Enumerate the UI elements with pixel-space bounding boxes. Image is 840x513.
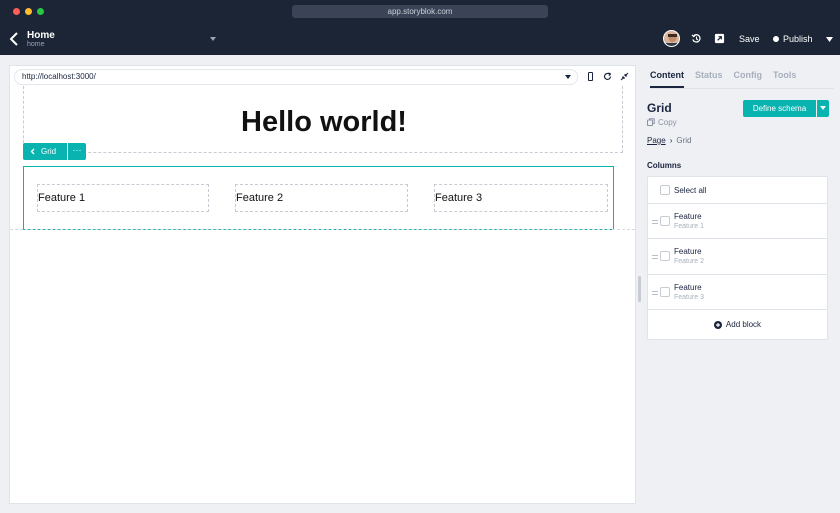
tab-content[interactable]: Content — [650, 70, 684, 88]
divider — [650, 88, 834, 89]
add-block-label: Add block — [725, 320, 762, 329]
grid-block-tag[interactable]: Grid — [23, 143, 67, 160]
copy-label: Copy — [658, 118, 677, 127]
list-item[interactable]: Feature Feature 2 — [648, 239, 827, 275]
avatar[interactable] — [663, 30, 680, 47]
item-checkbox[interactable] — [660, 251, 670, 261]
drag-handle-icon[interactable] — [652, 291, 658, 295]
minimize-window-dot[interactable] — [25, 8, 32, 15]
story-title: Home — [27, 30, 55, 41]
item-title: Feature — [674, 247, 702, 256]
collapse-icon[interactable] — [620, 72, 629, 81]
feature-block[interactable]: Feature 2 — [235, 184, 408, 212]
publish-button[interactable]: Publish — [783, 34, 813, 44]
plus-circle-icon — [713, 321, 722, 329]
item-subtitle: Feature 2 — [674, 258, 704, 265]
caret-down-icon[interactable] — [826, 37, 833, 42]
select-all-checkbox[interactable] — [660, 185, 670, 195]
breadcrumb: Page › Grid — [647, 136, 691, 145]
select-all-row[interactable]: Select all — [648, 177, 827, 204]
chevron-left-icon — [30, 148, 35, 155]
feature-block[interactable]: Feature 1 — [37, 184, 209, 212]
browser-titlebar: app.storyblok.com — [0, 0, 840, 22]
browser-address-bar[interactable]: app.storyblok.com — [292, 5, 548, 18]
hero-heading: Hello world! — [241, 106, 407, 138]
columns-list: Select all Feature Feature 1 Feature Fea… — [647, 176, 828, 340]
refresh-icon[interactable] — [603, 72, 612, 81]
tab-config[interactable]: Config — [734, 70, 763, 88]
block-title: Grid — [647, 101, 672, 115]
section-divider — [10, 229, 635, 230]
breadcrumb-current: Grid — [676, 136, 692, 145]
history-icon[interactable] — [691, 33, 702, 44]
chevron-right-icon: › — [669, 136, 673, 145]
editor-panel: Content Status Config Tools Grid Copy De… — [641, 55, 840, 513]
item-checkbox[interactable] — [660, 287, 670, 297]
copy-icon — [647, 118, 655, 126]
grid-block[interactable]: Feature 1 Feature 2 Feature 3 — [23, 166, 614, 230]
hero-block[interactable]: Hello world! — [23, 86, 623, 153]
define-schema-dropdown[interactable] — [817, 100, 829, 117]
add-block-button[interactable]: Add block — [648, 320, 827, 329]
preview-url-field[interactable]: http://localhost:3000/ — [14, 69, 578, 85]
chevron-left-icon[interactable] — [8, 31, 20, 47]
panel-tabs: Content Status Config Tools — [650, 70, 807, 88]
visual-preview: http://localhost:3000/ Hello world! Grid… — [9, 65, 636, 504]
more-options-button[interactable]: ··· — [68, 143, 86, 160]
columns-label: Columns — [647, 161, 682, 170]
app-header: Home home Save Publish — [0, 22, 840, 55]
caret-down-icon[interactable] — [209, 36, 217, 42]
define-schema-button[interactable]: Define schema — [743, 100, 816, 117]
item-subtitle: Feature 3 — [674, 294, 704, 301]
external-preview-icon[interactable] — [714, 33, 725, 44]
item-subtitle: Feature 1 — [674, 223, 704, 230]
select-all-label: Select all — [674, 186, 707, 195]
grid-tag-label: Grid — [41, 147, 57, 156]
drag-handle-icon[interactable] — [652, 220, 658, 224]
workspace: http://localhost:3000/ Hello world! Grid… — [0, 55, 840, 513]
item-title: Feature — [674, 283, 702, 292]
feature-block[interactable]: Feature 3 — [434, 184, 608, 212]
mobile-view-icon[interactable] — [586, 72, 595, 81]
list-item[interactable]: Feature Feature 3 — [648, 275, 827, 310]
item-checkbox[interactable] — [660, 216, 670, 226]
breadcrumb-page-link[interactable]: Page — [647, 136, 666, 145]
caret-down-icon[interactable] — [565, 75, 571, 79]
copy-button[interactable]: Copy — [647, 118, 677, 127]
maximize-window-dot[interactable] — [37, 8, 44, 15]
tab-status[interactable]: Status — [695, 70, 723, 88]
publish-status-dot — [773, 36, 779, 42]
close-window-dot[interactable] — [13, 8, 20, 15]
drag-handle-icon[interactable] — [652, 255, 658, 259]
story-slug: home — [27, 41, 45, 48]
grid-toolbar: Grid ··· — [23, 143, 86, 160]
tab-tools[interactable]: Tools — [773, 70, 796, 88]
caret-down-icon — [820, 106, 826, 110]
item-title: Feature — [674, 212, 702, 221]
save-button[interactable]: Save — [739, 34, 760, 44]
list-item[interactable]: Feature Feature 1 — [648, 204, 827, 239]
